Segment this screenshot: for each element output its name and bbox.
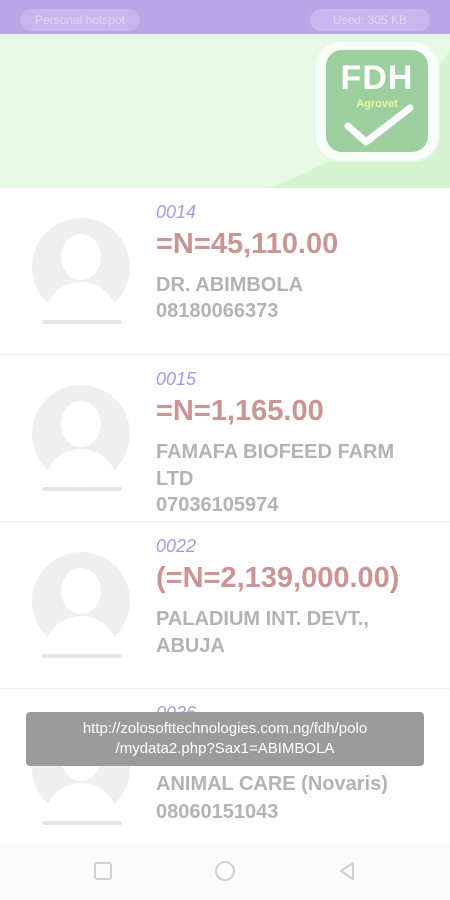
customer-name: FAMAFA BIOFEED FARM LTD — [156, 441, 395, 490]
system-nav-bar — [0, 842, 450, 900]
customer-code: 0014 — [156, 202, 197, 222]
avatar-caption — [42, 320, 122, 324]
toast-line-2: /mydata2.php?Sax1=ABIMBOLA — [115, 740, 335, 757]
list-item[interactable]: 0015 =N=1,165.00 FAMAFA BIOFEED FARM LTD… — [0, 355, 450, 522]
logo-badge: FDH Agrovet — [326, 50, 428, 152]
balance-amount: =N=1,165.00 — [156, 395, 324, 427]
customer-name: DR. ABIMBOLA — [156, 274, 304, 296]
customer-phone: 07036105974 — [156, 494, 279, 516]
status-bar: Personal hotspot Used: 305 KB — [0, 0, 450, 34]
square-icon[interactable] — [92, 860, 114, 882]
url-toast: http://zolosofttechnologies.com.ng/fdh/p… — [26, 712, 424, 766]
customer-phone: 08060151043 — [156, 801, 279, 823]
data-usage-pill: Used: 305 KB — [310, 9, 430, 31]
balance-amount: (=N=2,139,000.00) — [156, 562, 400, 594]
hotspot-pill: Personal hotspot — [20, 9, 140, 31]
avatar-placeholder-icon — [32, 218, 130, 316]
avatar-caption — [42, 654, 122, 658]
circle-icon[interactable] — [214, 860, 236, 882]
logo-title: FDH — [340, 59, 414, 97]
app-logo: FDH Agrovet — [316, 42, 438, 160]
avatar-caption — [42, 821, 122, 825]
checkmark-icon — [344, 104, 414, 146]
list-item[interactable]: 0022 (=N=2,139,000.00) PALADIUM INT. DEV… — [0, 522, 450, 689]
customer-name: PALADIUM INT. DEVT., ABUJA — [156, 608, 369, 657]
balance-amount: =N=45,110.00 — [156, 228, 339, 260]
avatar-placeholder-icon — [32, 385, 130, 483]
customer-code: 0015 — [156, 369, 197, 389]
avatar-placeholder-icon — [32, 552, 130, 650]
customer-code: 0022 — [156, 536, 197, 556]
toast-line-1: http://zolosofttechnologies.com.ng/fdh/p… — [82, 720, 368, 737]
customer-name: ANIMAL CARE (Novaris) — [156, 773, 388, 795]
list-item[interactable]: 0014 =N=45,110.00 DR. ABIMBOLA 081800663… — [0, 188, 450, 355]
customer-phone: 08180066373 — [156, 300, 279, 322]
avatar-caption — [42, 487, 122, 491]
back-triangle-icon[interactable] — [336, 860, 358, 882]
